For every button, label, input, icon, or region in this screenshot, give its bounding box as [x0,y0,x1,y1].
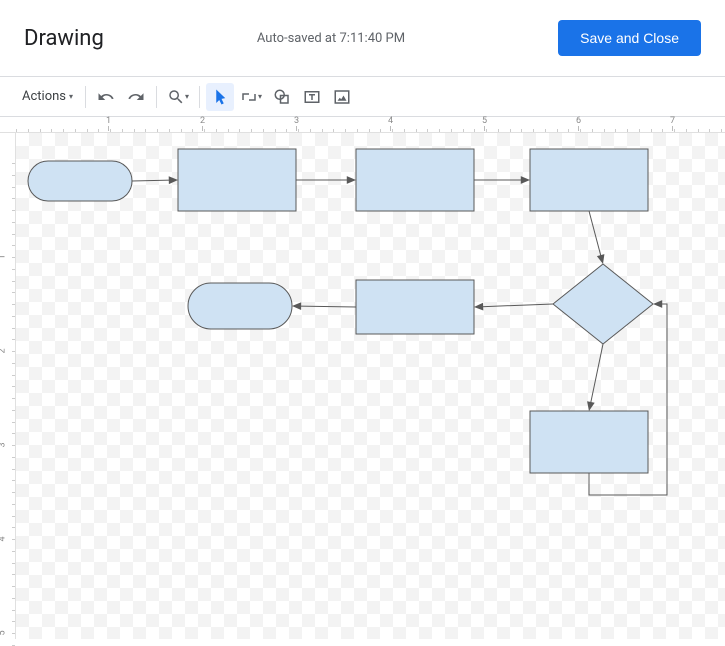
dialog-title: Drawing [24,26,104,51]
arrowhead-icon [347,176,356,184]
connector[interactable] [589,211,601,256]
save-and-close-button[interactable]: Save and Close [558,20,701,56]
drawing-canvas[interactable] [16,133,725,639]
caret-down-icon: ▾ [258,92,262,101]
connector[interactable] [300,306,356,307]
shape-icon [273,88,291,106]
arrowhead-icon [292,302,301,310]
horizontal-ruler: 1234567 [0,117,725,133]
vertical-ruler: 12345 [0,133,16,639]
toolbar: Actions ▾ ▾ ▾ [0,77,725,117]
toolbar-separator [199,86,200,108]
caret-down-icon: ▾ [185,92,189,101]
arrowhead-icon [597,254,605,264]
arrowhead-icon [587,401,595,411]
select-tool-button[interactable] [206,83,234,111]
actions-label: Actions [22,89,66,104]
connector[interactable] [132,180,170,181]
line-tool-button[interactable]: ▾ [236,83,266,111]
actions-menu[interactable]: Actions ▾ [16,83,79,111]
cursor-icon [211,88,229,106]
caret-down-icon: ▾ [69,92,73,101]
flowchart-diagram[interactable] [16,133,725,639]
shape-p5[interactable] [530,411,648,473]
zoom-icon [167,88,185,106]
textbox-tool-button[interactable] [298,83,326,111]
line-icon [240,88,258,106]
redo-button[interactable] [122,83,150,111]
undo-icon [97,88,115,106]
textbox-icon [303,88,321,106]
shape-p4[interactable] [356,280,474,334]
shape-p1[interactable] [178,149,296,211]
shape-start[interactable] [28,161,132,201]
arrowhead-icon [169,176,178,184]
toolbar-separator [85,86,86,108]
connector[interactable] [482,304,553,307]
shape-p3[interactable] [530,149,648,211]
zoom-button[interactable]: ▾ [163,83,193,111]
toolbar-separator [156,86,157,108]
autosave-status: Auto-saved at 7:11:40 PM [257,31,405,46]
shape-tool-button[interactable] [268,83,296,111]
image-icon [333,88,351,106]
image-tool-button[interactable] [328,83,356,111]
dialog-header: Drawing Auto-saved at 7:11:40 PM Save an… [0,0,725,77]
arrowhead-icon [474,303,483,311]
redo-icon [127,88,145,106]
shape-end[interactable] [188,283,292,329]
shape-d1[interactable] [553,264,653,344]
shape-p2[interactable] [356,149,474,211]
arrowhead-icon [653,300,662,308]
arrowhead-icon [521,176,530,184]
undo-button[interactable] [92,83,120,111]
connector[interactable] [591,344,603,403]
